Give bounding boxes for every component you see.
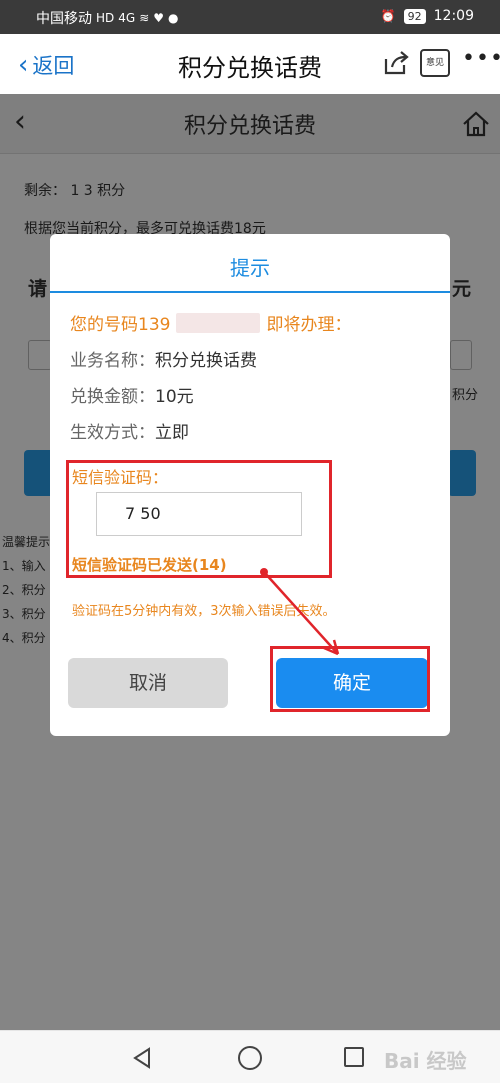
row-value: 积分兑换话费 xyxy=(155,351,257,371)
carrier-label: 中国移动 xyxy=(36,11,92,27)
clock: 12:09 xyxy=(433,8,474,24)
hd-badge: HD xyxy=(96,11,115,25)
amount-row: 兑换金额：10元 xyxy=(70,382,194,407)
wifi-icon: ≋ xyxy=(139,11,150,25)
annotation-confirm-highlight xyxy=(270,646,430,712)
cancel-button[interactable]: 取消 xyxy=(68,658,228,708)
annotation-sms-highlight xyxy=(66,460,332,578)
phone-number-line: 您的号码139 即将办理： xyxy=(70,310,351,335)
sms-validity-note: 验证码在5分钟内有效，3次输入错误后失效。 xyxy=(72,604,336,619)
row-value: 10元 xyxy=(155,387,194,407)
signal-icon: 4G xyxy=(118,11,136,25)
status-bar: 中国移动 HD 4G ≋ ♥ ● ⏰ 92 12:09 xyxy=(0,0,500,34)
heart-icon: ♥ xyxy=(153,11,165,25)
watermark-logo: Bai 经验 xyxy=(384,1049,467,1073)
feedback-icon[interactable]: 意见 xyxy=(420,49,450,77)
share-icon[interactable] xyxy=(382,49,410,77)
number-prefix: 您的号码139 xyxy=(70,315,171,335)
system-nav-bar: Bai 经验 xyxy=(0,1030,500,1083)
dialog-divider xyxy=(50,291,450,293)
chat-icon: ● xyxy=(168,11,179,25)
row-label: 兑换金额： xyxy=(70,387,155,407)
nav-recent-icon[interactable] xyxy=(344,1047,364,1067)
battery-icon: 92 xyxy=(403,8,426,24)
row-label: 生效方式： xyxy=(70,423,155,443)
service-name-row: 业务名称：积分兑换话费 xyxy=(70,346,257,371)
app-bar: ‹ 返回 积分兑换话费 意见 ••• xyxy=(0,34,500,94)
number-suffix: 即将办理： xyxy=(266,315,352,335)
dialog-title: 提示 xyxy=(230,256,270,280)
row-value: 立即 xyxy=(155,423,189,443)
nav-back-icon[interactable] xyxy=(132,1047,152,1069)
row-label: 业务名称： xyxy=(70,351,155,371)
more-icon[interactable]: ••• xyxy=(462,46,500,71)
alarm-icon: ⏰ xyxy=(380,9,396,23)
masked-number xyxy=(176,312,261,333)
nav-home-icon[interactable] xyxy=(238,1046,262,1070)
effect-row: 生效方式：立即 xyxy=(70,418,189,443)
